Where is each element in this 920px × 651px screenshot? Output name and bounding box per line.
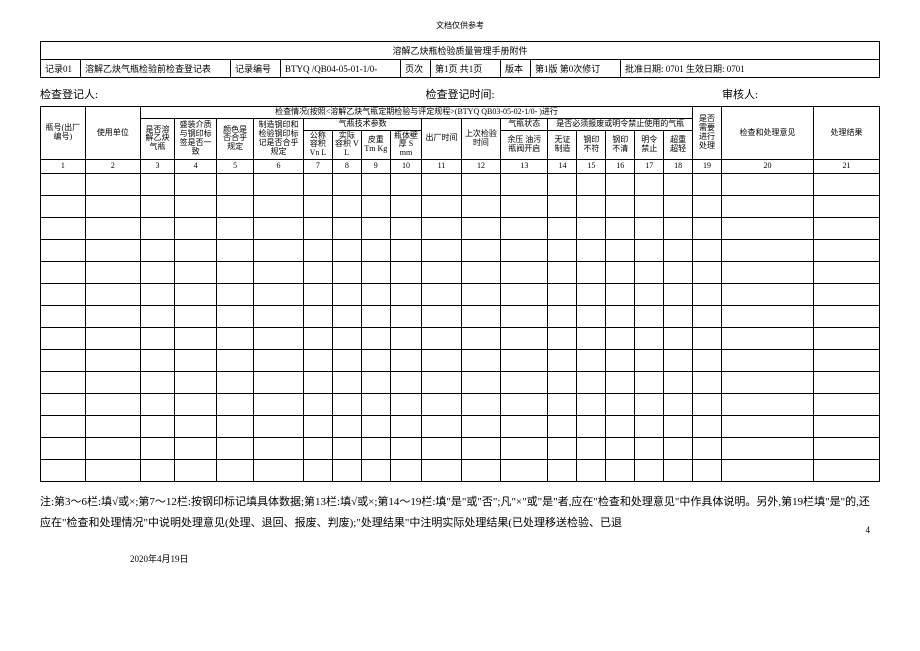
col-no-cert: 无证制造: [548, 130, 577, 159]
table-row: [41, 371, 880, 393]
table-row: [41, 415, 880, 437]
col-overlight: 超重超轻: [664, 130, 693, 159]
table-row: [41, 349, 880, 371]
coln-2: 2: [85, 159, 140, 173]
col-user: 使用单位: [85, 107, 140, 160]
hdr-c7: 版本: [501, 60, 531, 78]
col-stamp-bad: 钢印不符: [577, 130, 606, 159]
table-row: [41, 217, 880, 239]
top-note: 文档仅供参考: [40, 20, 880, 31]
meta-center: 检查登记时间:: [320, 86, 600, 102]
coln-4: 4: [175, 159, 217, 173]
hdr-c9: 批准日期: 0701 生效日期: 0701: [621, 60, 880, 78]
col-number-row: 1 2 3 4 5 6 7 8 9 10 11 12 13 14 15 16 1…: [41, 159, 880, 173]
table-row: [41, 261, 880, 283]
hdr-c8: 第1版 第0次修订: [531, 60, 621, 78]
header-table: 溶解乙炔瓶检验质量管理手册附件 记录01 溶解乙炔气瓶检验前检查登记表 记录编号…: [40, 41, 880, 78]
table-row: [41, 305, 880, 327]
table-row: [41, 459, 880, 481]
coln-20: 20: [722, 159, 814, 173]
col-tech-group: 气瓶技术参数: [303, 118, 421, 130]
hdr-c3: 记录编号: [231, 60, 281, 78]
coln-13: 13: [501, 159, 548, 173]
check-title: 检查情况(按照<溶解乙炔气瓶定期检验与评定规程>(BTYQ QB03-05-02…: [140, 107, 692, 119]
hdr-c2: 溶解乙炔气瓶检验前检查登记表: [81, 60, 231, 78]
col-banned: 明令禁止: [635, 130, 664, 159]
col-act-vol: 实际容积 V L: [332, 130, 361, 159]
meta-left: 检查登记人:: [40, 86, 320, 102]
table-row: [41, 393, 880, 415]
table-row: [41, 283, 880, 305]
hdr-c1: 记录01: [41, 60, 81, 78]
main-table: 瓶号(出厂编号) 使用单位 检查情况(按照<溶解乙炔气瓶定期检验与评定规程>(B…: [40, 106, 880, 482]
doc-title: 溶解乙炔瓶检验质量管理手册附件: [41, 42, 880, 60]
coln-15: 15: [577, 159, 606, 173]
table-row: [41, 327, 880, 349]
hdr-c4: BTYQ /QB04-05-01-1/0-: [281, 60, 401, 78]
col-need-fill: 是否需要进行处理: [693, 107, 722, 160]
coln-17: 17: [635, 159, 664, 173]
coln-9: 9: [361, 159, 390, 173]
coln-12: 12: [461, 159, 500, 173]
coln-1: 1: [41, 159, 86, 173]
footer-date: 2020年4月19日: [40, 552, 880, 565]
coln-3: 3: [140, 159, 174, 173]
coln-10: 10: [390, 159, 422, 173]
col-fill-match: 盛装介质与钢印标签是否一致: [175, 118, 217, 159]
coln-8: 8: [332, 159, 361, 173]
coln-16: 16: [606, 159, 635, 173]
meta-row: 检查登记人: 检查登记时间: 审核人:: [40, 86, 880, 102]
coln-19: 19: [693, 159, 722, 173]
hdr-c5: 页次: [401, 60, 431, 78]
col-nom-vol: 公称容积 Vn L: [303, 130, 332, 159]
coln-18: 18: [664, 159, 693, 173]
col-wall: 瓶体壁厚 S mm: [390, 130, 422, 159]
table-row: [41, 195, 880, 217]
coln-6: 6: [254, 159, 304, 173]
coln-11: 11: [422, 159, 461, 173]
col-last-insp: 上次检验时间: [461, 118, 500, 159]
col-residual: 余压 油污 瓶阀开启: [501, 130, 548, 159]
col-mfg-date: 出厂时间: [422, 118, 461, 159]
col-stamp-ok: 制造钢印和检验钢印标记是否合乎规定: [254, 118, 304, 159]
coln-7: 7: [303, 159, 332, 173]
col-stamp-unclear: 钢印不清: [606, 130, 635, 159]
col-bottle-no: 瓶号(出厂编号): [41, 107, 86, 160]
coln-14: 14: [548, 159, 577, 173]
col-state-group: 气瓶状态: [501, 118, 548, 130]
table-row: [41, 239, 880, 261]
coln-5: 5: [217, 159, 254, 173]
table-row: [41, 437, 880, 459]
col-opinion: 检查和处理意见: [722, 107, 814, 160]
hdr-c6: 第1页 共1页: [431, 60, 501, 78]
table-row: [41, 173, 880, 195]
col-scrap-group: 是否必须报废或明令禁止使用的气瓶: [548, 118, 693, 130]
col-color-ok: 颜色是否合乎规定: [217, 118, 254, 159]
col-tare: 皮重 Tm Kg: [361, 130, 390, 159]
col-result: 处理结果: [814, 107, 880, 160]
page-number: 4: [866, 525, 871, 535]
col-is-acet: 是否溶解乙炔气瓶: [140, 118, 174, 159]
coln-21: 21: [814, 159, 880, 173]
footnote: 注:第3～6栏:填√或×;第7～12栏:按钢印标记填具体数据;第13栏:填√或×…: [40, 492, 880, 534]
meta-right: 审核人:: [600, 86, 880, 102]
